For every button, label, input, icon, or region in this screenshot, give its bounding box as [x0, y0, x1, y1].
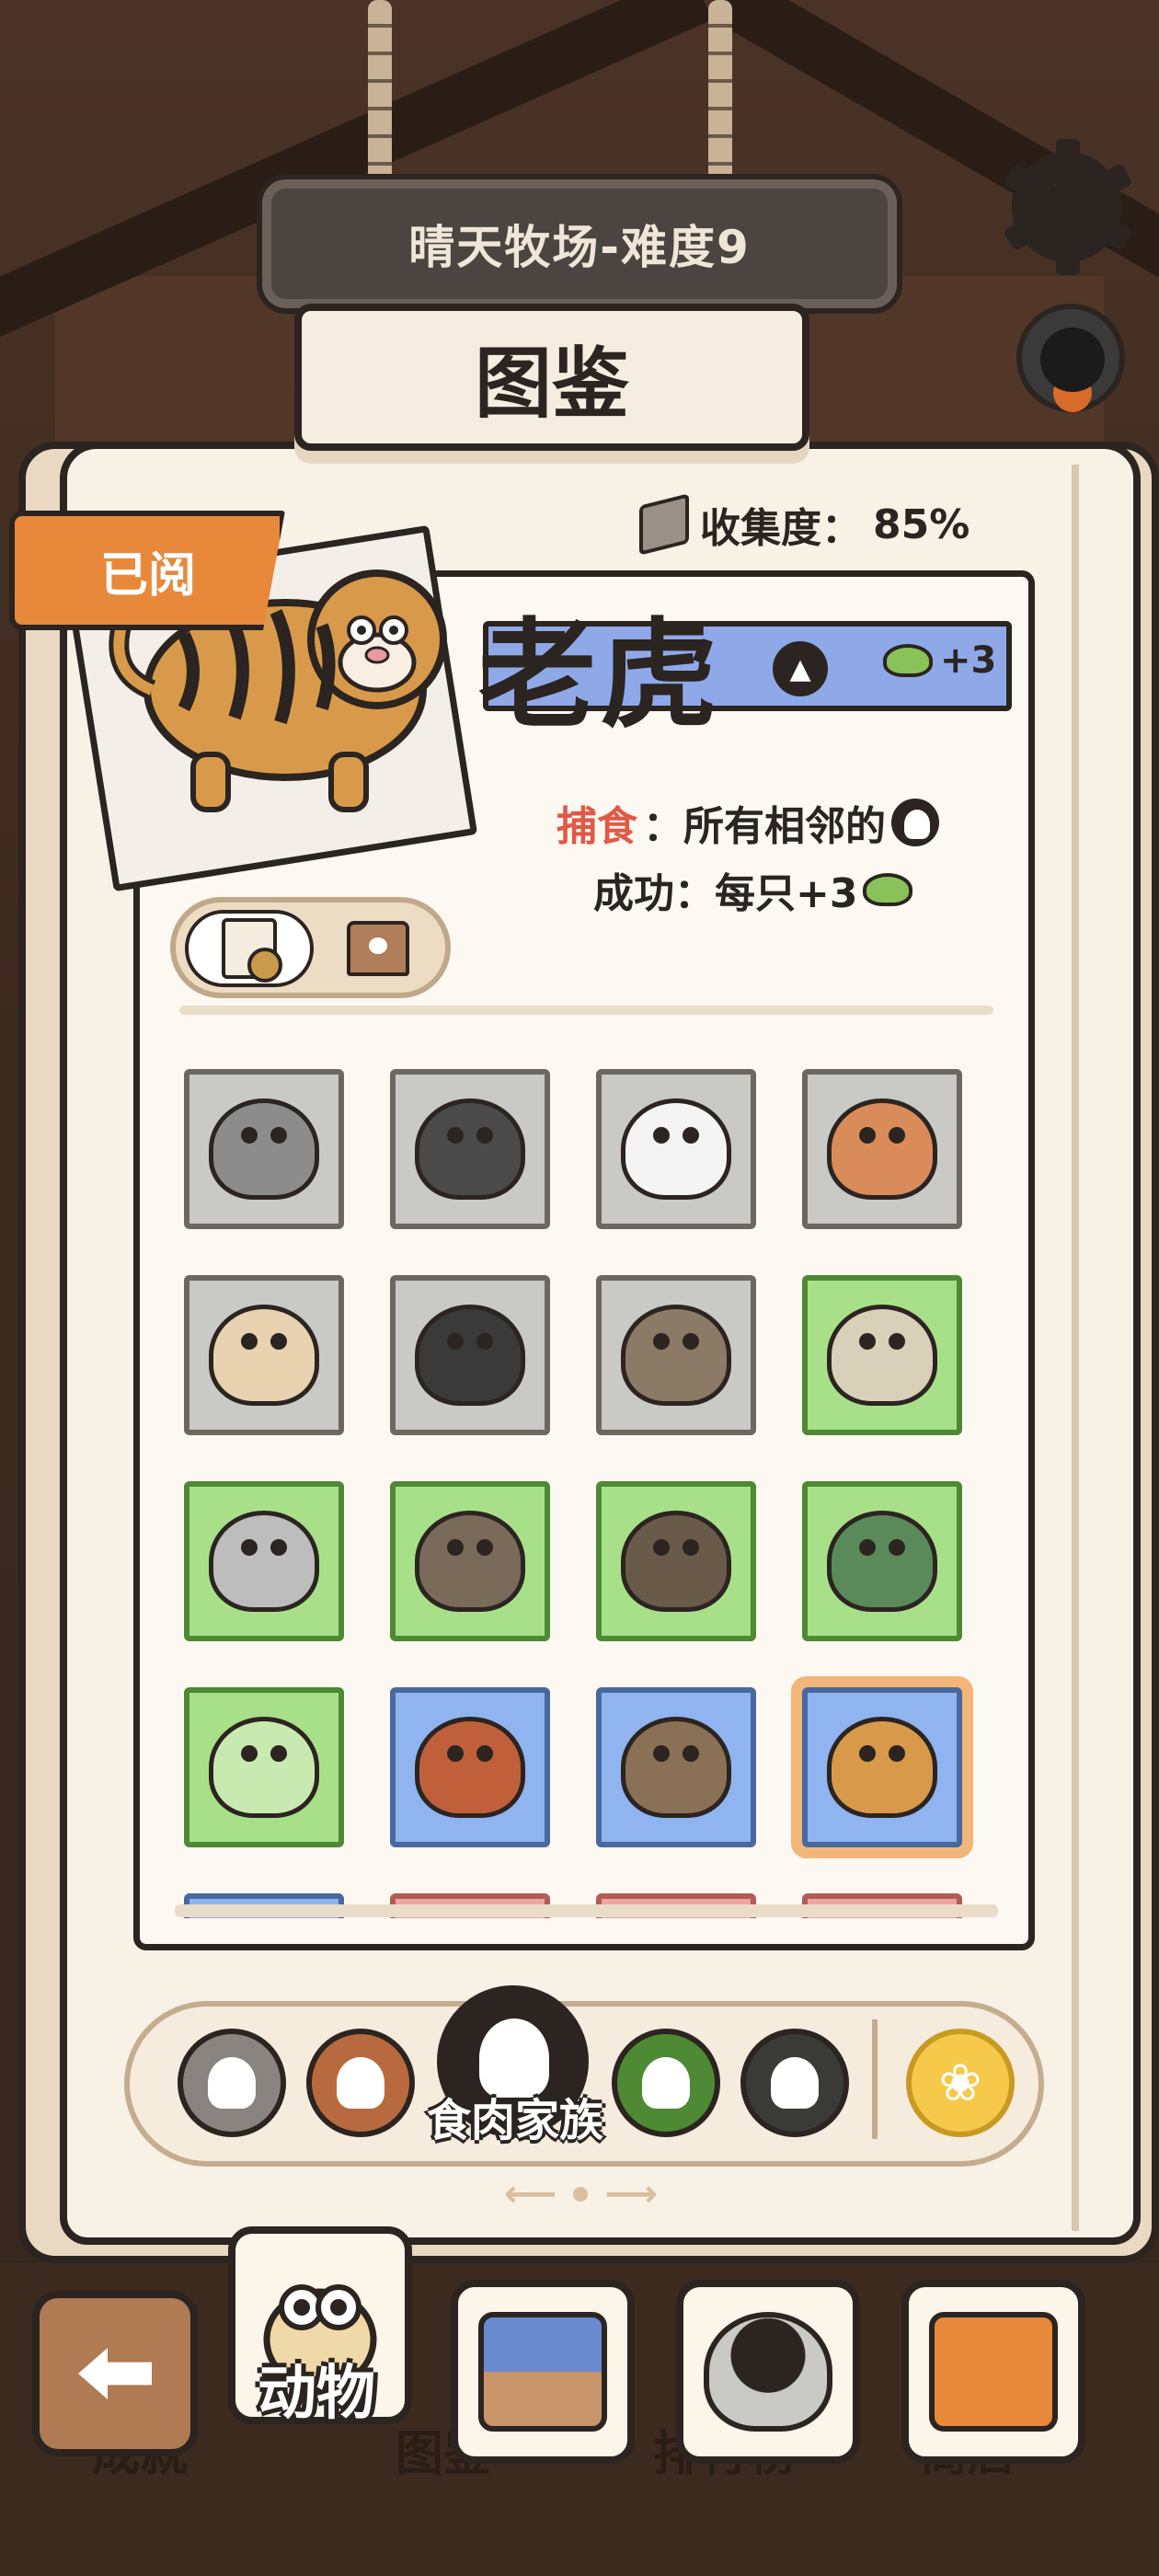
grid-cell-coyote[interactable] [596, 1275, 756, 1435]
collection-label: 收集度： [700, 505, 862, 552]
paw-icon: ❀ [938, 2053, 982, 2113]
sign-chain-left [368, 0, 392, 202]
raccoon-dog-icon [621, 1717, 731, 1818]
raccoon-icon [209, 1098, 319, 1200]
panel-divider [179, 1006, 993, 1015]
read-status-tag: 已阅 [9, 511, 285, 630]
grid-cell-fox[interactable] [802, 1069, 962, 1229]
coyote-icon [621, 1305, 731, 1406]
tab-animals-label: 动物 [258, 2360, 375, 2428]
hyena-icon [415, 1511, 525, 1612]
grid-cell-tiger[interactable] [802, 1687, 962, 1847]
book-page-edge [1072, 465, 1079, 2231]
level-sign-text: 晴天牧场-难度9 [408, 221, 751, 274]
badger-icon [209, 1511, 319, 1612]
avatar[interactable] [1016, 304, 1125, 412]
animal-grid [184, 1058, 993, 1918]
page-title: 图鉴 [474, 338, 629, 429]
toggle-certificate[interactable] [185, 910, 314, 987]
unknown-icon [209, 1717, 319, 1818]
read-status-label: 已阅 [99, 547, 196, 604]
frog-coin-icon [883, 644, 933, 677]
grid-cell-badger[interactable] [184, 1481, 344, 1641]
paw-filter-button[interactable]: ❀ [906, 2029, 1015, 2137]
grid-cell-snow-leopard[interactable] [802, 1275, 962, 1435]
skill-text: ：所有相邻的 [643, 803, 886, 850]
arrow-right-icon[interactable]: ⟶ [604, 2173, 657, 2215]
family-bird-button[interactable] [306, 2029, 415, 2137]
view-toggle[interactable] [170, 897, 451, 998]
cat-bowl-icon [704, 2312, 832, 2432]
collection-progress: 收集度： 85% [639, 493, 970, 556]
family-pager[interactable]: ⟵ ⟶ [504, 2173, 658, 2215]
animal-bonus-value: +3 [940, 639, 997, 682]
family-green-button[interactable] [612, 2029, 720, 2137]
grid-cell-wolf[interactable] [390, 1069, 550, 1229]
wolf-icon [415, 1098, 525, 1200]
grid-cell-hyena[interactable] [390, 1481, 550, 1641]
arrow-left-icon[interactable]: ⟵ [504, 2173, 557, 2215]
grid-cell-hare[interactable] [184, 1275, 344, 1435]
skill-description: 捕食 ：所有相邻的 [557, 793, 939, 852]
pager-dot [573, 2187, 589, 2202]
tab-ranking[interactable] [676, 2280, 860, 2464]
carnivore-family-icon: ▲ [773, 641, 828, 696]
frog-icon [642, 2057, 690, 2109]
settings-gear-icon[interactable] [1003, 139, 1133, 275]
book-icon [639, 493, 689, 556]
grid-cell-unknown[interactable] [184, 1687, 344, 1847]
tiger-icon [827, 1717, 937, 1818]
family-herbivore-button[interactable] [178, 2029, 286, 2137]
skill-key: 捕食 [557, 803, 637, 850]
family-active-label: 食肉家族 [426, 2095, 603, 2146]
animal-name: 老虎 [478, 607, 722, 744]
snow-leopard-icon [827, 1305, 937, 1406]
tab-collection[interactable] [451, 2280, 635, 2464]
red-panda-icon [415, 1717, 525, 1818]
frog-coin-icon [863, 873, 913, 906]
sign-chain-right [708, 0, 732, 202]
sheepdog-icon [621, 1098, 731, 1200]
grid-bottom-edge [175, 1904, 998, 1917]
page-title-banner: 图鉴 [294, 304, 809, 451]
tab-shop[interactable] [901, 2280, 1085, 2464]
shirt-icon [347, 921, 409, 976]
hare-icon [209, 1305, 319, 1406]
grid-cell-red-panda[interactable] [390, 1687, 550, 1847]
skunk-icon [415, 1305, 525, 1406]
back-arrow-icon [78, 2348, 152, 2399]
eagle-icon [621, 1511, 731, 1612]
crocodile-icon [827, 1511, 937, 1612]
basket-icon [478, 2312, 607, 2432]
level-sign: 晴天牧场-难度9 [262, 179, 897, 308]
success-description: 成功：每只+3 [593, 860, 913, 919]
family-dark-button[interactable] [740, 2029, 849, 2137]
rodent-icon [771, 2057, 819, 2109]
family-separator [872, 2019, 878, 2139]
back-button[interactable] [32, 2291, 198, 2456]
grid-cell-crocodile[interactable] [802, 1481, 962, 1641]
shirt-shop-icon [929, 2312, 1058, 2432]
grid-cell-raccoon[interactable] [184, 1069, 344, 1229]
animal-bonus: +3 [883, 639, 996, 682]
bird-icon [337, 2057, 384, 2109]
herbivore-family-icon [891, 799, 939, 846]
grid-cell-sheepdog[interactable] [596, 1069, 756, 1229]
elephant-icon [208, 2057, 256, 2109]
collection-value: 85% [873, 500, 970, 548]
certificate-medal-icon [222, 918, 282, 983]
grid-cell-skunk[interactable] [390, 1275, 550, 1435]
fox-icon [827, 1098, 937, 1200]
grid-cell-eagle[interactable] [596, 1481, 756, 1641]
success-text: 成功：每只+3 [593, 870, 858, 917]
grid-cell-raccoon-dog[interactable] [596, 1687, 756, 1847]
toggle-outfit[interactable] [314, 910, 442, 987]
